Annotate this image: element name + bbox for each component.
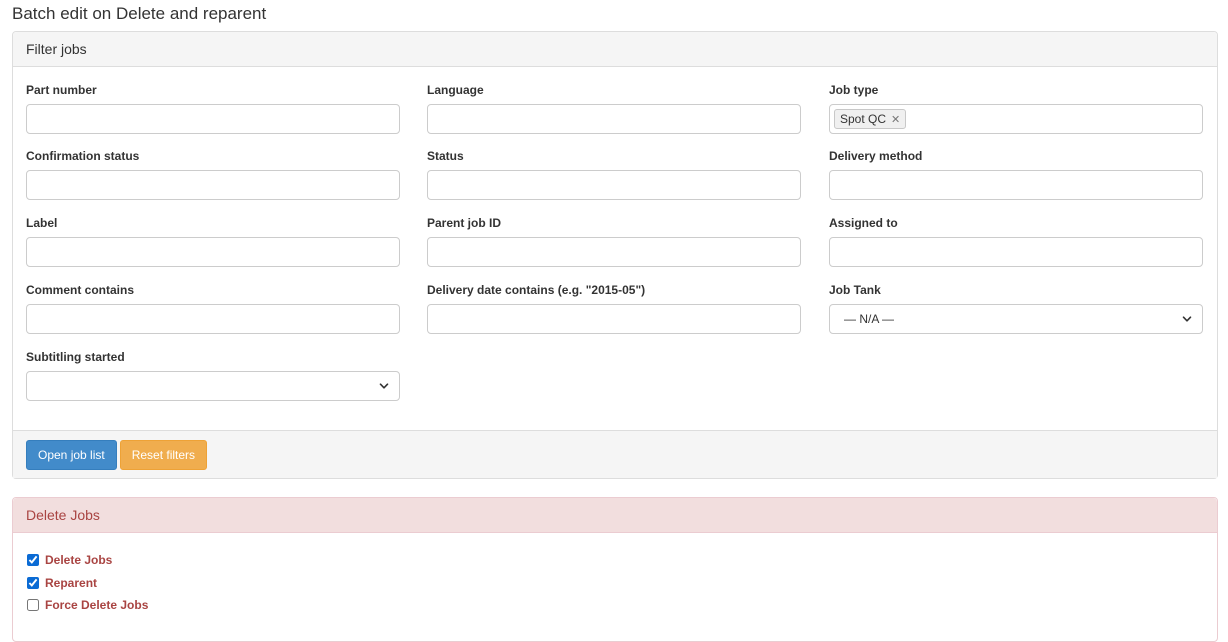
- status-label: Status: [427, 149, 464, 163]
- status-field: Status: [427, 149, 801, 200]
- comment-contains-field: Comment contains: [26, 283, 400, 334]
- force-delete-jobs-option-label[interactable]: Force Delete Jobs: [45, 598, 148, 612]
- job-tank-field: Job Tank — N/A —: [829, 283, 1203, 334]
- job-type-tag: Spot QC ✕: [834, 109, 907, 129]
- job-type-label: Job type: [829, 83, 879, 97]
- job-type-tag-label: Spot QC: [840, 112, 887, 126]
- filter-grid: Part number Language Job type Spot QC ✕ …: [13, 67, 1217, 430]
- delivery-date-contains-field: Delivery date contains (e.g. "2015-05"): [427, 283, 801, 334]
- chevron-down-icon: [379, 383, 389, 389]
- filter-jobs-heading: Filter jobs: [13, 32, 1217, 67]
- confirmation-status-field: Confirmation status: [26, 149, 400, 200]
- job-tank-select[interactable]: — N/A —: [829, 304, 1203, 334]
- confirmation-status-input[interactable]: [26, 170, 400, 200]
- delete-jobs-checkbox[interactable]: [27, 554, 39, 567]
- comment-contains-label: Comment contains: [26, 283, 135, 297]
- reparent-checkbox[interactable]: [27, 576, 39, 589]
- subtitling-started-select[interactable]: [26, 371, 400, 401]
- parent-job-id-label: Parent job ID: [427, 216, 502, 230]
- subtitling-started-field: Subtitling started: [26, 350, 400, 401]
- filter-jobs-footer: Open job list Reset filters: [13, 430, 1217, 478]
- assigned-to-label: Assigned to: [829, 216, 898, 230]
- force-delete-jobs-checkbox[interactable]: [27, 599, 39, 612]
- language-field: Language: [427, 83, 801, 134]
- delete-jobs-panel: Delete Jobs Delete Jobs Reparent Force D…: [12, 497, 1218, 642]
- assigned-to-field: Assigned to: [829, 216, 1203, 267]
- reparent-option: Reparent: [26, 572, 1204, 595]
- delete-jobs-heading: Delete Jobs: [13, 498, 1217, 533]
- label-label: Label: [26, 216, 58, 230]
- language-label: Language: [427, 83, 484, 97]
- job-tank-label: Job Tank: [829, 283, 881, 297]
- reset-filters-button[interactable]: Reset filters: [119, 440, 208, 470]
- status-input[interactable]: [427, 170, 801, 200]
- reparent-option-label[interactable]: Reparent: [45, 576, 97, 590]
- assigned-to-input[interactable]: [829, 237, 1203, 267]
- label-input[interactable]: [26, 237, 400, 267]
- job-tank-selected: — N/A —: [844, 312, 895, 326]
- delete-jobs-option: Delete Jobs: [26, 549, 1204, 572]
- delivery-method-input[interactable]: [829, 170, 1203, 200]
- job-type-field: Job type Spot QC ✕: [829, 83, 1203, 134]
- parent-job-id-input[interactable]: [427, 237, 801, 267]
- part-number-field: Part number: [26, 83, 400, 134]
- job-type-input[interactable]: Spot QC ✕: [829, 104, 1203, 134]
- part-number-label: Part number: [26, 83, 97, 97]
- subtitling-started-label: Subtitling started: [26, 350, 125, 364]
- parent-job-id-field: Parent job ID: [427, 216, 801, 267]
- filter-jobs-panel: Filter jobs Part number Language Job typ…: [12, 31, 1218, 479]
- part-number-input[interactable]: [26, 104, 400, 134]
- chevron-down-icon: [1182, 316, 1192, 322]
- delivery-method-label: Delivery method: [829, 149, 923, 163]
- label-field: Label: [26, 216, 400, 267]
- delivery-date-contains-label: Delivery date contains (e.g. "2015-05"): [427, 283, 646, 297]
- page-title: Batch edit on Delete and reparent: [12, 4, 267, 23]
- comment-contains-input[interactable]: [26, 304, 400, 334]
- open-job-list-button[interactable]: Open job list: [26, 440, 117, 470]
- delivery-method-field: Delivery method: [829, 149, 1203, 200]
- force-delete-jobs-option: Force Delete Jobs: [26, 594, 1204, 617]
- confirmation-status-label: Confirmation status: [26, 149, 140, 163]
- close-icon[interactable]: ✕: [891, 113, 900, 126]
- language-input[interactable]: [427, 104, 801, 134]
- delete-jobs-options: Delete Jobs Reparent Force Delete Jobs: [13, 533, 1217, 617]
- delete-jobs-option-label[interactable]: Delete Jobs: [45, 553, 112, 567]
- delivery-date-contains-input[interactable]: [427, 304, 801, 334]
